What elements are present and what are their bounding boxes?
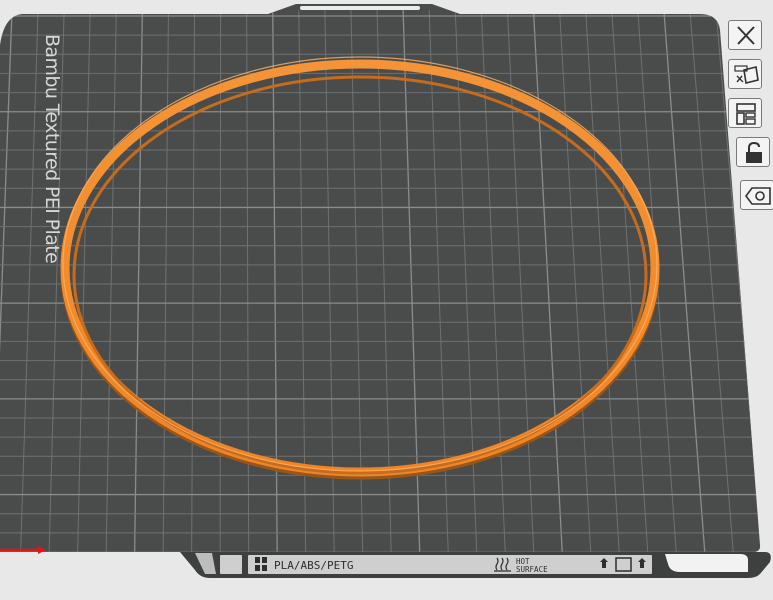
orient-button[interactable]	[728, 98, 762, 128]
lock-button[interactable]	[736, 137, 770, 167]
label-left-tab	[220, 555, 242, 574]
close-icon	[729, 21, 763, 51]
plate-label-strip: PLA/ABS/PETG HOT SURFACE	[180, 552, 771, 578]
label-right-tab	[665, 554, 748, 572]
view-button[interactable]	[740, 180, 773, 210]
hot-warning-line2: SURFACE	[516, 565, 548, 574]
auto-arrange-icon	[729, 60, 763, 90]
layout-icon	[729, 99, 763, 129]
close-button[interactable]	[728, 20, 762, 50]
build-plate-view[interactable]: PLA/ABS/PETG HOT SURFACE Bambu Textured …	[0, 0, 773, 596]
eye-icon	[741, 181, 773, 211]
3d-viewport[interactable]: PLA/ABS/PETG HOT SURFACE Bambu Textured …	[0, 0, 773, 596]
plate-name-label: Bambu Textured PEI Plate	[41, 34, 63, 263]
arrange-button[interactable]	[728, 59, 762, 89]
filament-type-label: PLA/ABS/PETG	[274, 559, 353, 572]
lock-icon	[737, 138, 771, 168]
plate-handle-slot	[300, 6, 420, 10]
